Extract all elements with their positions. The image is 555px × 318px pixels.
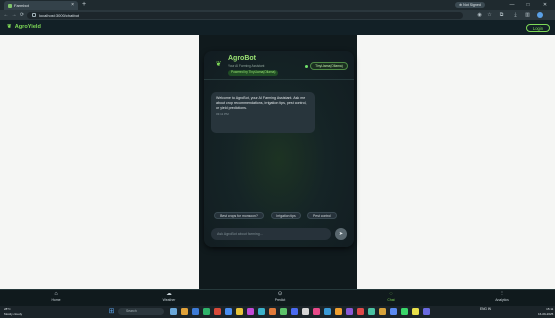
- taskbar-app-icon[interactable]: [324, 308, 331, 315]
- nav-item-chat[interactable]: ◌ Chat: [361, 290, 421, 305]
- taskbar-app-icon[interactable]: [258, 308, 265, 315]
- nav-label-weather: Weather: [162, 298, 176, 302]
- windows-start-icon[interactable]: ⊞: [108, 308, 115, 315]
- message-timestamp: 03:11 PM: [216, 112, 229, 116]
- chat-icon: ◌: [389, 291, 393, 297]
- chat-subtitle: Your AI Farming Assistant: [228, 64, 265, 68]
- taskbar-app-icon[interactable]: [302, 308, 309, 315]
- taskbar-app-icon[interactable]: [401, 308, 408, 315]
- suggestion-chip-monsoon[interactable]: Best crops for monsoon?: [214, 212, 264, 219]
- model-status-pill: TinyLlama(Ollama): [310, 62, 348, 70]
- minimize-button[interactable]: —: [507, 0, 517, 10]
- taskbar-app-icon[interactable]: [214, 308, 221, 315]
- new-tab-button[interactable]: +: [80, 0, 88, 10]
- tab-favicon-icon: [8, 3, 12, 8]
- reload-button[interactable]: ⟳: [18, 10, 26, 20]
- nav-item-analytics[interactable]: ⫶ Analytics: [472, 290, 532, 305]
- taskbar-app-icon[interactable]: [368, 308, 375, 315]
- home-icon: ⌂: [54, 291, 58, 297]
- weather-desc: Mostly cloudy: [4, 311, 23, 316]
- taskbar-app-icon[interactable]: [192, 308, 199, 315]
- chat-title: AgroBot: [228, 55, 256, 62]
- nav-item-predict[interactable]: ⊙ Predict: [250, 290, 310, 305]
- taskbar-app-icon[interactable]: [335, 308, 342, 315]
- nav-label-home: Home: [51, 298, 61, 302]
- leaf-icon: ❦: [7, 24, 12, 30]
- close-window-button[interactable]: ✕: [540, 0, 550, 10]
- url-field[interactable]: localhost:3000/chatbot: [27, 11, 463, 19]
- weather-icon: ☁: [166, 291, 172, 297]
- login-button[interactable]: Login: [526, 23, 550, 32]
- model-badge: Powered by TinyLlama(Ollama): [228, 70, 279, 76]
- split-view-icon[interactable]: ▥: [524, 12, 531, 19]
- bot-message-text: Welcome to AgroBot, your AI Farming Assi…: [216, 96, 307, 110]
- analytics-icon: ⫶: [501, 291, 503, 297]
- profile-avatar[interactable]: [537, 12, 543, 18]
- brand-logo[interactable]: ❦ AgroYield: [7, 20, 41, 35]
- tab-title: Farmbot: [14, 3, 29, 8]
- suggestion-chip-pest[interactable]: Pest control: [307, 212, 337, 219]
- forward-button[interactable]: →: [10, 10, 18, 20]
- taskbar-app-icon[interactable]: [379, 308, 386, 315]
- taskbar-clock[interactable]: 15:11 16-09-2025: [538, 307, 553, 316]
- taskbar-app-icon[interactable]: [247, 308, 254, 315]
- bot-message-bubble: Welcome to AgroBot, your AI Farming Assi…: [211, 92, 315, 133]
- nav-item-weather[interactable]: ☁ Weather: [139, 290, 199, 305]
- taskbar-weather[interactable]: 28°C Mostly cloudy: [4, 307, 22, 316]
- taskbar-app-icon[interactable]: [269, 308, 276, 315]
- tray-language: ENG IN: [480, 307, 491, 311]
- downloads-icon[interactable]: ⤓: [512, 12, 519, 19]
- predict-icon: ⊙: [277, 291, 283, 297]
- nav-label-predict: Predict: [274, 298, 286, 302]
- maximize-button[interactable]: □: [523, 0, 533, 10]
- bookmark-star-icon[interactable]: ☆: [486, 12, 493, 19]
- taskbar-app-icon[interactable]: [291, 308, 298, 315]
- tab-close-icon[interactable]: ×: [71, 1, 74, 10]
- chat-input[interactable]: [211, 228, 331, 240]
- system-tray[interactable]: ENG IN: [480, 307, 491, 312]
- os-taskbar: [0, 306, 555, 318]
- nav-label-chat: Chat: [387, 298, 395, 302]
- taskbar-app-icon[interactable]: [412, 308, 419, 315]
- send-button[interactable]: ➤: [335, 228, 347, 240]
- location-icon[interactable]: ◉: [476, 12, 483, 19]
- taskbar-app-icon[interactable]: [236, 308, 243, 315]
- taskbar-app-icon[interactable]: [181, 308, 188, 315]
- weather-temp: 28°C: [4, 307, 11, 311]
- taskbar-app-icon[interactable]: [313, 308, 320, 315]
- clock-date: 16-09-2025: [538, 311, 554, 316]
- profile-status-badge[interactable]: ⊕ Not Signed: [455, 2, 485, 8]
- browser-tab[interactable]: Farmbot ×: [4, 1, 78, 10]
- taskbar-app-icon[interactable]: [357, 308, 364, 315]
- taskbar-search[interactable]: Search: [118, 308, 164, 315]
- taskbar-app-icon[interactable]: [225, 308, 232, 315]
- site-info-icon[interactable]: [32, 13, 36, 17]
- taskbar-app-icon[interactable]: [280, 308, 287, 315]
- app-header: [0, 20, 555, 36]
- taskbar-app-icon[interactable]: [170, 308, 177, 315]
- taskbar-app-icon[interactable]: [390, 308, 397, 315]
- brand-name: AgroYield: [14, 24, 41, 30]
- back-button[interactable]: ←: [2, 10, 10, 20]
- clock-time: 15:11: [546, 307, 554, 311]
- taskbar-app-icon[interactable]: [423, 308, 430, 315]
- extensions-icon[interactable]: ⧉: [498, 12, 505, 19]
- status-dot-icon: [305, 64, 308, 68]
- nav-label-analytics: Analytics: [495, 298, 509, 302]
- suggestion-chip-irrigation[interactable]: Irrigation tips: [271, 212, 301, 219]
- sprout-icon: ❦: [215, 61, 222, 68]
- taskbar-app-icon[interactable]: [346, 308, 353, 315]
- taskbar-app-icon[interactable]: [203, 308, 210, 315]
- nav-item-home[interactable]: ⌂ Home: [26, 290, 86, 305]
- url-text: localhost:3000/chatbot: [39, 12, 80, 18]
